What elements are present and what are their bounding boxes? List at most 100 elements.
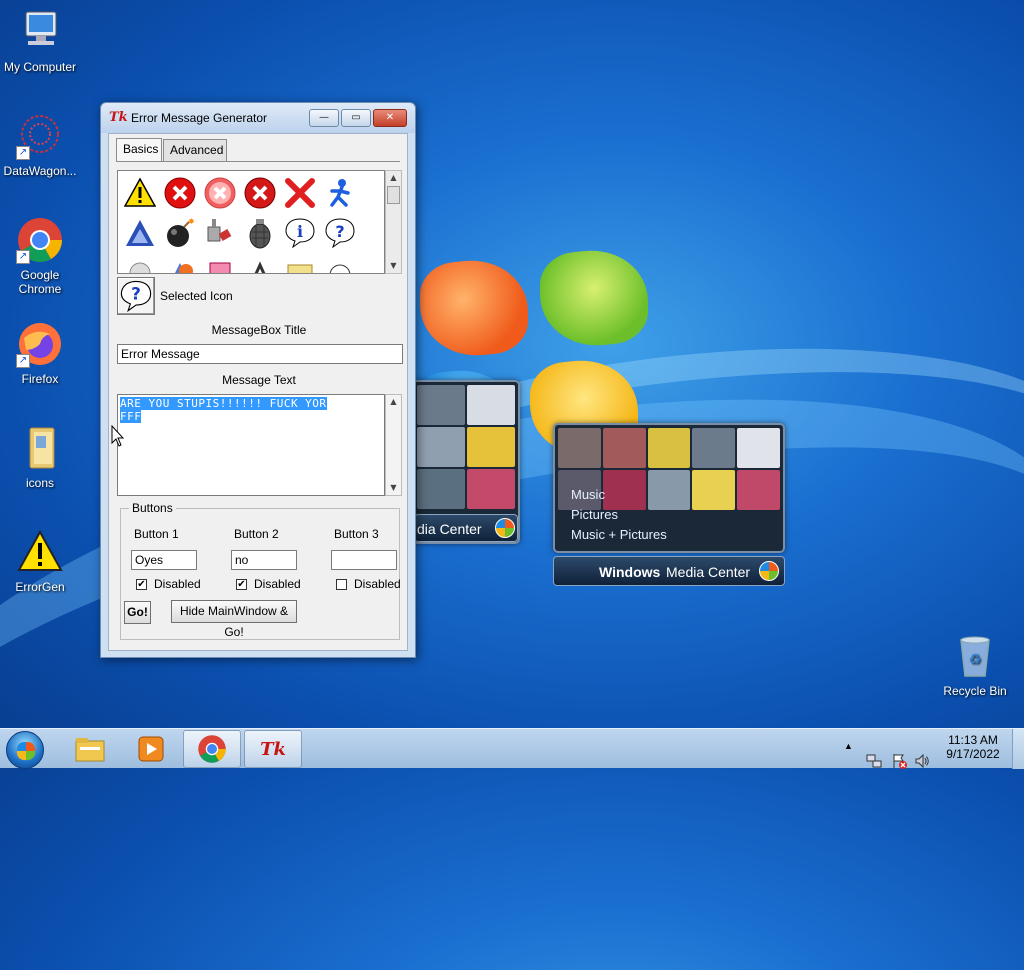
bomb-icon[interactable]: ✸ bbox=[162, 215, 198, 251]
desktop-icon-firefox[interactable]: ↗ Firefox bbox=[0, 320, 80, 386]
buttons-group-title: Buttons bbox=[129, 501, 176, 515]
selected-icon-label: Selected Icon bbox=[160, 289, 233, 303]
red-x-icon[interactable] bbox=[282, 175, 318, 211]
clock-date: 9/17/2022 bbox=[946, 747, 1000, 761]
icon-list-scrollbar[interactable]: ▲ ▼ bbox=[385, 170, 402, 274]
error-icon[interactable] bbox=[162, 175, 198, 211]
desktop-icon-recycle-bin[interactable]: ♻ Recycle Bin bbox=[935, 632, 1015, 698]
hide-mainwindow-go-button[interactable]: Hide MainWindow & Go! bbox=[171, 600, 297, 639]
question-icon[interactable]: ? bbox=[322, 215, 358, 251]
messagebox-title-label: MessageBox Title bbox=[211, 323, 307, 337]
icon-label: Google Chrome bbox=[18, 268, 62, 296]
media-center-menu-pictures[interactable]: Pictures bbox=[571, 507, 618, 522]
misc-icon[interactable] bbox=[202, 255, 238, 273]
warning-icon bbox=[16, 528, 64, 576]
scroll-up-icon[interactable]: ▲ bbox=[387, 395, 400, 409]
button3-input[interactable] bbox=[331, 550, 397, 570]
windows-logo-icon bbox=[17, 742, 35, 760]
tk-logo-icon: Tk bbox=[260, 738, 286, 760]
close-button[interactable]: ✕ bbox=[373, 109, 407, 127]
go-button[interactable]: Go! bbox=[124, 601, 151, 624]
tk-logo-icon: Tk bbox=[109, 110, 128, 125]
scroll-down-icon[interactable]: ▼ bbox=[387, 259, 400, 273]
desktop-icon-google-chrome[interactable]: ↗ Google Chrome bbox=[0, 216, 80, 296]
tray-show-hidden-icon[interactable]: ▲ bbox=[844, 741, 853, 781]
selected-icon-button[interactable]: ? bbox=[117, 277, 155, 315]
folder-icon bbox=[16, 424, 64, 472]
tab-basics[interactable]: Basics bbox=[116, 138, 162, 162]
desktop-icon-datawagon[interactable]: ↗ DataWagon... bbox=[0, 112, 80, 178]
windows-orb-icon bbox=[759, 561, 779, 581]
taskbar-chrome-button[interactable] bbox=[183, 730, 241, 768]
misc-icon[interactable] bbox=[282, 255, 318, 273]
media-center-menu-music[interactable]: Music bbox=[571, 487, 605, 502]
misc-icon[interactable] bbox=[122, 255, 158, 273]
media-center-bar[interactable]: Windows Media Center bbox=[553, 556, 785, 586]
scroll-thumb[interactable] bbox=[387, 186, 400, 204]
desktop-icon-errorgen[interactable]: ErrorGen bbox=[0, 528, 80, 594]
chrome-icon: ↗ bbox=[16, 216, 64, 264]
volume-icon[interactable] bbox=[914, 741, 930, 781]
taskbar-media-player-button[interactable] bbox=[122, 730, 180, 768]
minimize-button[interactable]: — bbox=[309, 109, 339, 127]
firefox-icon: ↗ bbox=[16, 320, 64, 368]
clock[interactable]: 11:13 AM 9/17/2022 bbox=[938, 733, 1008, 773]
desktop-icon-icons-folder[interactable]: icons bbox=[0, 424, 80, 490]
computer-icon bbox=[16, 8, 64, 56]
misc-icon[interactable] bbox=[242, 255, 278, 273]
icon-label: Firefox bbox=[21, 372, 59, 386]
button3-disabled-checkbox[interactable] bbox=[336, 579, 347, 590]
media-player-icon bbox=[138, 736, 164, 762]
messagebox-title-input[interactable]: Error Message bbox=[117, 344, 403, 364]
warning-icon[interactable] bbox=[122, 175, 158, 211]
misc-icon[interactable] bbox=[162, 255, 198, 273]
network-icon[interactable] bbox=[866, 741, 882, 781]
icon-label: ErrorGen bbox=[15, 580, 65, 594]
title-bar[interactable]: Tk Error Message Generator — ▭ ✕ bbox=[101, 103, 415, 133]
media-center-gadget-back[interactable]: dia Center bbox=[412, 380, 520, 544]
button3-disabled-label: Disabled bbox=[354, 577, 401, 591]
maximize-button[interactable]: ▭ bbox=[341, 109, 371, 127]
media-center-back-label: dia Center bbox=[417, 521, 482, 537]
message-text-label: Message Text bbox=[222, 373, 296, 387]
windows-orb-icon bbox=[495, 518, 515, 538]
button2-disabled-checkbox[interactable]: ✔ bbox=[236, 579, 247, 590]
button1-disabled-checkbox[interactable]: ✔ bbox=[136, 579, 147, 590]
triangle-icon[interactable] bbox=[122, 215, 158, 251]
action-center-flag-icon[interactable] bbox=[891, 741, 907, 781]
message-text-scrollbar[interactable]: ▲ ▼ bbox=[385, 394, 402, 496]
scroll-up-icon[interactable]: ▲ bbox=[387, 171, 400, 185]
taskbar-explorer-button[interactable] bbox=[61, 730, 119, 768]
aim-runner-icon[interactable] bbox=[322, 175, 358, 211]
error-icon[interactable] bbox=[242, 175, 278, 211]
icon-label: icons bbox=[25, 476, 54, 490]
taskbar-tk-button[interactable]: Tk bbox=[244, 730, 302, 768]
scroll-down-icon[interactable]: ▼ bbox=[387, 481, 400, 495]
button1-input[interactable]: Oyes bbox=[131, 550, 197, 570]
media-center-bar-brand: Windows bbox=[599, 564, 661, 580]
icon-label: DataWagon... bbox=[3, 164, 77, 178]
message-text-line-2: FFF bbox=[120, 410, 142, 423]
media-center-menu-music-pictures[interactable]: Music + Pictures bbox=[571, 527, 667, 542]
tab-advanced[interactable]: Advanced bbox=[163, 139, 227, 161]
datawagon-icon: ↗ bbox=[16, 112, 64, 160]
message-text-area[interactable]: ARE YOU STUPIS!!!!!! FUCK YOR FFF bbox=[117, 394, 385, 496]
grenade-icon[interactable] bbox=[242, 215, 278, 251]
button2-input[interactable]: no bbox=[231, 550, 297, 570]
media-center-bar-title: Media Center bbox=[666, 564, 751, 580]
start-button[interactable] bbox=[6, 731, 44, 769]
shortcut-arrow-icon: ↗ bbox=[16, 250, 30, 264]
error-faded-icon[interactable] bbox=[202, 175, 238, 211]
icon-label: Recycle Bin bbox=[943, 684, 1007, 698]
svg-text:♻: ♻ bbox=[969, 651, 982, 667]
button2-label: Button 2 bbox=[234, 527, 279, 541]
show-desktop-button[interactable] bbox=[1012, 729, 1024, 769]
plug-icon[interactable] bbox=[202, 215, 238, 251]
chrome-icon bbox=[198, 735, 226, 763]
desktop-icon-my-computer[interactable]: My Computer bbox=[0, 8, 80, 74]
svg-text:?: ? bbox=[335, 222, 344, 241]
info-icon[interactable]: i bbox=[282, 215, 318, 251]
media-center-gadget[interactable]: Music Pictures Music + Pictures bbox=[553, 423, 785, 553]
icon-selection-list[interactable]: ✸ i ? bbox=[117, 170, 385, 274]
misc-icon[interactable] bbox=[322, 255, 358, 273]
